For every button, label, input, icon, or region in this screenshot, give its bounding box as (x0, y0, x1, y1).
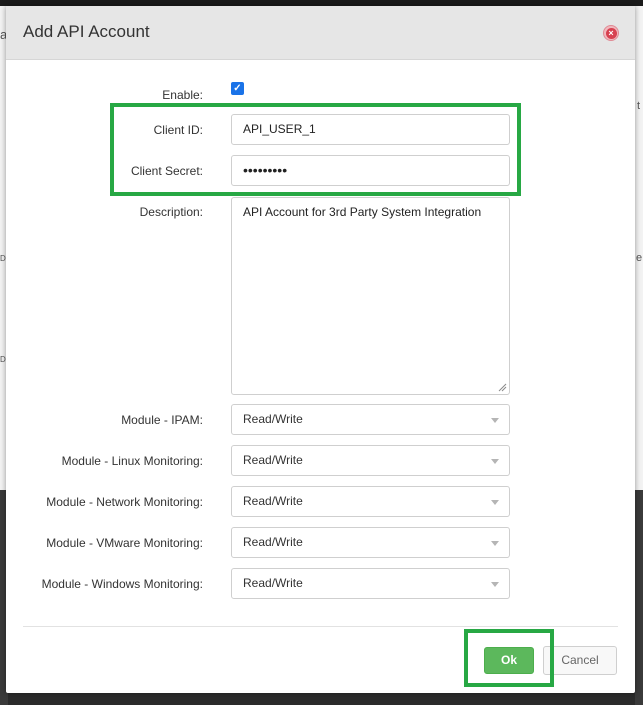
module-network-select[interactable]: Read/Write (231, 486, 510, 517)
module-linux-select[interactable]: Read/Write (231, 445, 510, 476)
ok-highlight-box (464, 629, 554, 687)
cancel-button[interactable]: Cancel (543, 646, 617, 675)
chevron-down-icon (491, 459, 499, 464)
background-text-fragment: D (0, 355, 6, 364)
enable-label: Enable: (162, 88, 203, 102)
select-value: Read/Write (243, 412, 303, 426)
enable-checkbox[interactable]: ✓ (231, 82, 244, 95)
resize-grip-icon[interactable] (498, 383, 507, 392)
background-text-fragment: e (636, 252, 643, 264)
background-overlay-right (635, 490, 643, 705)
close-icon[interactable]: × (603, 25, 619, 41)
dialog-header: Add API Account × (6, 6, 635, 60)
credentials-highlight-box (110, 103, 521, 196)
chevron-down-icon (491, 541, 499, 546)
footer-divider (23, 626, 618, 627)
select-value: Read/Write (243, 453, 303, 467)
chevron-down-icon (491, 418, 499, 423)
background-app-right (635, 6, 643, 490)
module-windows-select[interactable]: Read/Write (231, 568, 510, 599)
dialog-title: Add API Account (23, 22, 150, 41)
add-api-account-dialog: Add API Account × Enable: ✓ Client ID: A… (6, 6, 635, 693)
module-vmware-select[interactable]: Read/Write (231, 527, 510, 558)
select-value: Read/Write (243, 576, 303, 590)
select-value: Read/Write (243, 494, 303, 508)
module-vmware-label: Module - VMware Monitoring: (46, 536, 203, 550)
module-linux-label: Module - Linux Monitoring: (61, 454, 203, 468)
chevron-down-icon (491, 582, 499, 587)
module-ipam-label: Module - IPAM: (121, 413, 203, 427)
chevron-down-icon (491, 500, 499, 505)
description-textarea[interactable]: API Account for 3rd Party System Integra… (231, 197, 510, 395)
background-text-fragment: t (637, 100, 641, 112)
background-text-fragment: D (0, 254, 6, 263)
module-network-label: Module - Network Monitoring: (46, 495, 203, 509)
module-ipam-select[interactable]: Read/Write (231, 404, 510, 435)
module-windows-label: Module - Windows Monitoring: (41, 577, 203, 591)
description-text: API Account for 3rd Party System Integra… (243, 205, 482, 219)
description-label: Description: (139, 205, 203, 219)
select-value: Read/Write (243, 535, 303, 549)
